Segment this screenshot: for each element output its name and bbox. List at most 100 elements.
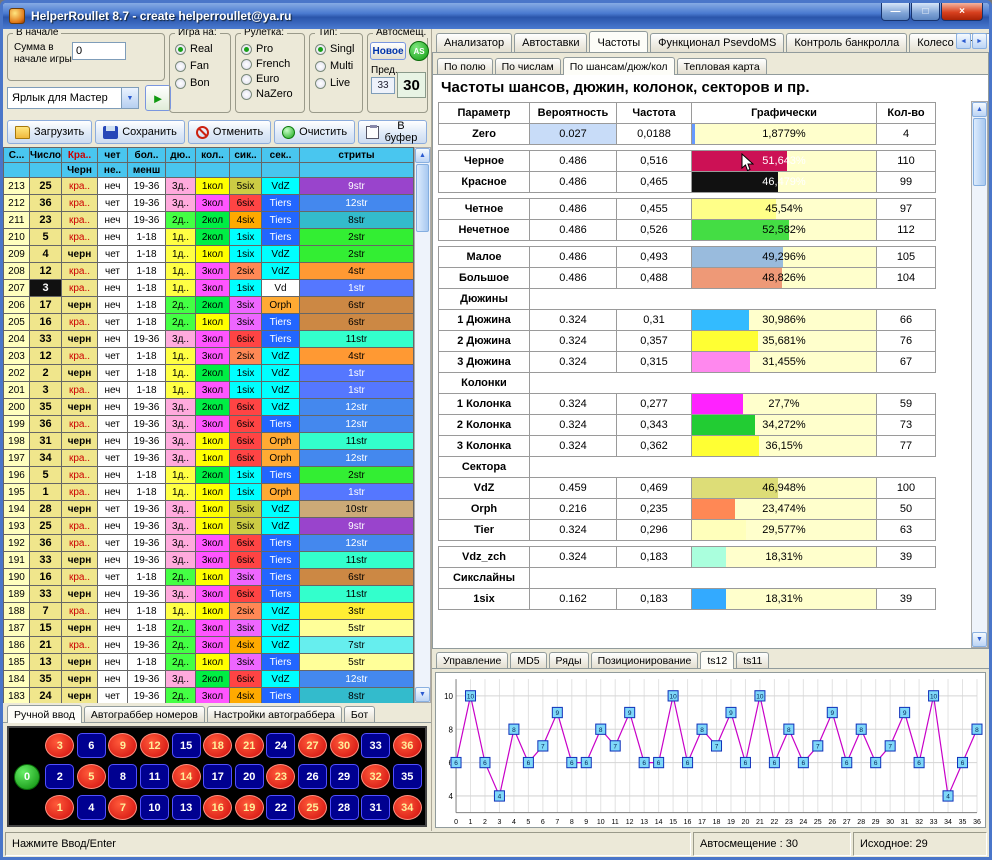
freq-tab-0[interactable]: По полю <box>437 58 493 74</box>
freq-row[interactable]: Большое0.4860,48848,826%104 <box>439 267 968 289</box>
freq-probability-cell[interactable]: 0.486 <box>529 246 617 268</box>
board-number-16[interactable]: 16 <box>203 795 232 820</box>
freq-tab-2[interactable]: По шансам/дюж/кол <box>563 57 675 75</box>
scroll-up-icon[interactable]: ▲ <box>972 102 987 117</box>
freq-row[interactable]: 1 Колонка0.3240,27727,7%59 <box>439 393 968 415</box>
freq-row[interactable]: 1six0.1620,18318,31%39 <box>439 588 968 610</box>
board-number-9[interactable]: 9 <box>108 733 137 758</box>
freq-probability-cell[interactable]: 0.459 <box>529 477 617 499</box>
freq-row[interactable]: Orph0.2160,23523,474%50 <box>439 498 968 520</box>
spins-row[interactable]: 19428чернчет19-363д..1кол5sixVdZ10str <box>4 501 414 518</box>
freq-probability-cell[interactable]: 0.324 <box>529 414 617 436</box>
spins-row[interactable]: 20035черннеч19-363д..2кол6sixVdZ12str <box>4 399 414 416</box>
board-number-32[interactable]: 32 <box>361 764 390 789</box>
spins-row[interactable]: 1951кра..неч1-181д..1кол1sixOrph1str <box>4 484 414 501</box>
board-number-34[interactable]: 34 <box>393 795 422 820</box>
ts-tab-0[interactable]: Управление <box>436 652 508 668</box>
freq-row[interactable]: Красное0.4860,46546,479%99 <box>439 171 968 193</box>
spins-row[interactable]: 2013кра..неч1-181д..3кол1sixVdZ1str <box>4 382 414 399</box>
main-tab-2[interactable]: Частоты <box>589 31 648 53</box>
toolbar-folder-open-button[interactable]: Загрузить <box>7 120 92 144</box>
spins-row[interactable]: 19936кра..чет19-363д..3кол6sixTiers12str <box>4 416 414 433</box>
spins-row[interactable]: 19734кра..чет19-363д..1кол6sixOrph12str <box>4 450 414 467</box>
scroll-down-icon[interactable]: ▼ <box>972 632 987 647</box>
board-number-15[interactable]: 15 <box>172 733 201 758</box>
spins-row[interactable]: 21325кра..неч19-363д..1кол5sixVdZ9str <box>4 178 414 195</box>
ts-tab-4[interactable]: ts12 <box>700 651 734 669</box>
board-number-28[interactable]: 28 <box>330 795 359 820</box>
type-radio-live[interactable]: Live <box>315 76 354 90</box>
frequencies-scrollbar[interactable]: ▲ ▼ <box>971 101 988 648</box>
board-number-27[interactable]: 27 <box>298 733 327 758</box>
game-radio-real[interactable]: Real <box>175 42 213 56</box>
board-number-33[interactable]: 33 <box>361 733 390 758</box>
board-number-2[interactable]: 2 <box>45 764 74 789</box>
spins-row[interactable]: 19325кра..неч19-363д..1кол5sixVdZ9str <box>4 518 414 535</box>
board-number-5[interactable]: 5 <box>77 764 106 789</box>
spins-row[interactable]: 21236кра..чет19-363д..3кол6sixTiers12str <box>4 195 414 212</box>
spins-column-header[interactable]: бол.. <box>128 148 166 163</box>
freq-row[interactable]: Zero0.0270,01881,8779%4 <box>439 123 968 145</box>
freq-row[interactable]: Tier0.3240,29629,577%63 <box>439 519 968 541</box>
freq-probability-cell[interactable]: 0.486 <box>529 171 617 193</box>
freq-row[interactable]: 2 Дюжина0.3240,35735,681%76 <box>439 330 968 352</box>
freq-column-header[interactable]: Параметр <box>438 102 530 124</box>
freq-probability-cell[interactable]: 0.486 <box>529 219 617 241</box>
board-number-13[interactable]: 13 <box>172 795 201 820</box>
spins-row[interactable]: 2105кра..неч1-181д..2кол1sixTiers2str <box>4 229 414 246</box>
board-number-4[interactable]: 4 <box>77 795 106 820</box>
roulette-radio-french[interactable]: French <box>241 57 293 71</box>
spins-row[interactable]: 1887кра..неч1-181д..1кол2sixVdZ3str <box>4 603 414 620</box>
spins-column-header[interactable]: кол.. <box>196 148 230 163</box>
toolbar-clipboard-button[interactable]: В буфер <box>358 120 427 144</box>
spins-row[interactable]: 20312кра..чет1-181д..3кол2sixVdZ4str <box>4 348 414 365</box>
main-tab-3[interactable]: Функционал PsevdoMS <box>650 33 784 52</box>
freq-row[interactable]: 1 Дюжина0.3240,3130,986%66 <box>439 309 968 331</box>
ts-tab-3[interactable]: Позиционирование <box>591 652 699 668</box>
spins-row[interactable]: 18621кра..неч19-362д..3кол4sixVdZ7str <box>4 637 414 654</box>
freq-row[interactable]: 3 Дюжина0.3240,31531,455%67 <box>439 351 968 373</box>
main-tab-1[interactable]: Автоставки <box>514 33 587 52</box>
spins-scrollbar-thumb[interactable] <box>416 164 429 232</box>
freq-probability-cell[interactable]: 0.324 <box>529 393 617 415</box>
ts-tab-2[interactable]: Ряды <box>549 652 589 668</box>
spins-row[interactable]: 20516кра..чет1-182д..1кол3sixTiers6str <box>4 314 414 331</box>
frequencies-scrollbar-track[interactable] <box>972 187 987 632</box>
board-number-30[interactable]: 30 <box>330 733 359 758</box>
board-number-18[interactable]: 18 <box>203 733 232 758</box>
board-number-23[interactable]: 23 <box>266 764 295 789</box>
freq-row[interactable]: Нечетное0.4860,52652,582%112 <box>439 219 968 241</box>
spins-row[interactable]: 18324чернчет19-362д..3кол4sixTiers8str <box>4 688 414 703</box>
main-tab-0[interactable]: Анализатор <box>436 33 512 52</box>
minimize-button[interactable]: — <box>881 3 910 21</box>
freq-probability-cell[interactable]: 0.324 <box>529 435 617 457</box>
spins-row[interactable]: 20812кра..чет1-181д..3кол2sixVdZ4str <box>4 263 414 280</box>
freq-row[interactable]: 3 Колонка0.3240,36236,15%77 <box>439 435 968 457</box>
board-number-22[interactable]: 22 <box>266 795 295 820</box>
freq-row[interactable]: Малое0.4860,49349,296%105 <box>439 246 968 268</box>
board-number-6[interactable]: 6 <box>77 733 106 758</box>
board-number-29[interactable]: 29 <box>330 764 359 789</box>
spins-row[interactable]: 20617черннеч1-182д..2кол3sixOrph6str <box>4 297 414 314</box>
spins-column-header[interactable]: дю.. <box>166 148 196 163</box>
titlebar[interactable]: HelperRoullet 8.7 - create helperroullet… <box>3 3 989 29</box>
board-number-25[interactable]: 25 <box>298 795 327 820</box>
freq-tab-3[interactable]: Тепловая карта <box>677 58 767 74</box>
maximize-button[interactable]: □ <box>911 3 940 21</box>
spins-row[interactable]: 19016кра..чет1-182д..1кол3sixTiers6str <box>4 569 414 586</box>
freq-row[interactable]: VdZ0.4590,46946,948%100 <box>439 477 968 499</box>
board-number-7[interactable]: 7 <box>108 795 137 820</box>
roulette-radio-nazero[interactable]: NaZero <box>241 87 293 101</box>
freq-probability-cell[interactable]: 0.486 <box>529 267 617 289</box>
board-number-24[interactable]: 24 <box>266 733 295 758</box>
freq-column-header[interactable]: Вероятность <box>529 102 617 124</box>
ts-tab-1[interactable]: MD5 <box>510 652 546 668</box>
board-number-35[interactable]: 35 <box>393 764 422 789</box>
scroll-up-icon[interactable]: ▲ <box>415 148 430 163</box>
main-tab-4[interactable]: Контроль банкролла <box>786 33 907 52</box>
spins-row[interactable]: 2022чернчет1-181д..2кол1sixVdZ1str <box>4 365 414 382</box>
freq-probability-cell[interactable]: 0.324 <box>529 309 617 331</box>
input-tab-2[interactable]: Настройки автограббера <box>207 706 342 722</box>
board-number-31[interactable]: 31 <box>361 795 390 820</box>
game-radio-fan[interactable]: Fan <box>175 59 213 73</box>
